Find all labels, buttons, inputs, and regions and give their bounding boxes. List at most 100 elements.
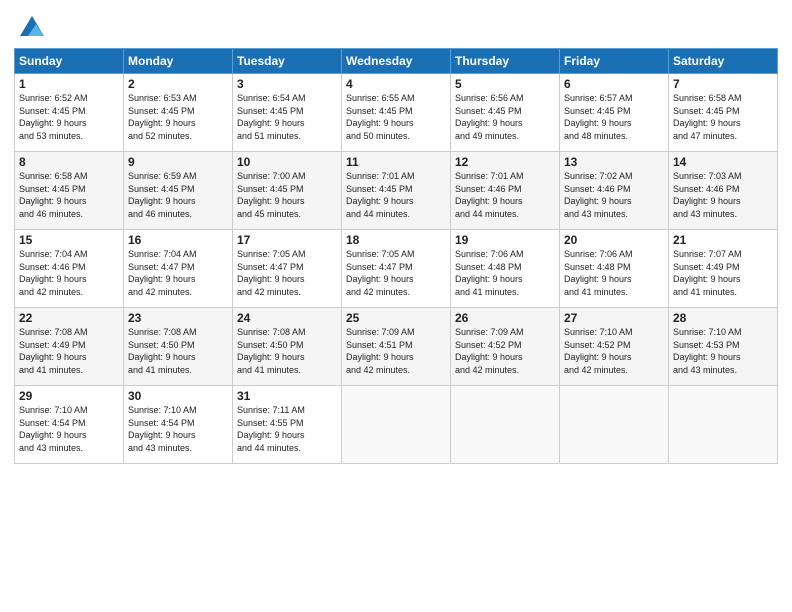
day-number: 27 [564,311,664,325]
day-number: 6 [564,77,664,91]
day-number: 10 [237,155,337,169]
calendar-cell: 24Sunrise: 7:08 AM Sunset: 4:50 PM Dayli… [233,308,342,386]
calendar-cell: 4Sunrise: 6:55 AM Sunset: 4:45 PM Daylig… [342,74,451,152]
day-info: Sunrise: 7:09 AM Sunset: 4:51 PM Dayligh… [346,326,446,376]
day-info: Sunrise: 6:56 AM Sunset: 4:45 PM Dayligh… [455,92,555,142]
day-number: 2 [128,77,228,91]
day-number: 11 [346,155,446,169]
weekday-header-monday: Monday [124,49,233,74]
calendar-cell: 15Sunrise: 7:04 AM Sunset: 4:46 PM Dayli… [15,230,124,308]
calendar-cell [342,386,451,464]
day-number: 12 [455,155,555,169]
day-number: 3 [237,77,337,91]
day-info: Sunrise: 7:01 AM Sunset: 4:46 PM Dayligh… [455,170,555,220]
day-info: Sunrise: 7:08 AM Sunset: 4:49 PM Dayligh… [19,326,119,376]
day-info: Sunrise: 6:55 AM Sunset: 4:45 PM Dayligh… [346,92,446,142]
calendar-cell: 26Sunrise: 7:09 AM Sunset: 4:52 PM Dayli… [451,308,560,386]
day-number: 4 [346,77,446,91]
calendar-cell: 21Sunrise: 7:07 AM Sunset: 4:49 PM Dayli… [669,230,778,308]
header [14,10,778,42]
calendar-cell: 2Sunrise: 6:53 AM Sunset: 4:45 PM Daylig… [124,74,233,152]
day-info: Sunrise: 7:10 AM Sunset: 4:54 PM Dayligh… [19,404,119,454]
weekday-header-thursday: Thursday [451,49,560,74]
calendar-cell: 14Sunrise: 7:03 AM Sunset: 4:46 PM Dayli… [669,152,778,230]
logo-icon [18,14,46,42]
weekday-header-friday: Friday [560,49,669,74]
day-number: 20 [564,233,664,247]
logo [14,14,46,42]
day-number: 9 [128,155,228,169]
calendar-cell: 28Sunrise: 7:10 AM Sunset: 4:53 PM Dayli… [669,308,778,386]
day-info: Sunrise: 7:06 AM Sunset: 4:48 PM Dayligh… [455,248,555,298]
calendar-cell: 19Sunrise: 7:06 AM Sunset: 4:48 PM Dayli… [451,230,560,308]
day-info: Sunrise: 7:11 AM Sunset: 4:55 PM Dayligh… [237,404,337,454]
day-info: Sunrise: 7:08 AM Sunset: 4:50 PM Dayligh… [128,326,228,376]
day-number: 31 [237,389,337,403]
day-info: Sunrise: 7:03 AM Sunset: 4:46 PM Dayligh… [673,170,773,220]
day-number: 8 [19,155,119,169]
calendar-cell: 3Sunrise: 6:54 AM Sunset: 4:45 PM Daylig… [233,74,342,152]
day-info: Sunrise: 6:54 AM Sunset: 4:45 PM Dayligh… [237,92,337,142]
calendar-cell: 11Sunrise: 7:01 AM Sunset: 4:45 PM Dayli… [342,152,451,230]
day-info: Sunrise: 6:57 AM Sunset: 4:45 PM Dayligh… [564,92,664,142]
calendar-cell: 23Sunrise: 7:08 AM Sunset: 4:50 PM Dayli… [124,308,233,386]
day-info: Sunrise: 7:10 AM Sunset: 4:54 PM Dayligh… [128,404,228,454]
calendar-table: SundayMondayTuesdayWednesdayThursdayFrid… [14,48,778,464]
day-info: Sunrise: 7:10 AM Sunset: 4:53 PM Dayligh… [673,326,773,376]
calendar-cell: 16Sunrise: 7:04 AM Sunset: 4:47 PM Dayli… [124,230,233,308]
day-info: Sunrise: 7:07 AM Sunset: 4:49 PM Dayligh… [673,248,773,298]
calendar-cell: 20Sunrise: 7:06 AM Sunset: 4:48 PM Dayli… [560,230,669,308]
calendar-cell: 30Sunrise: 7:10 AM Sunset: 4:54 PM Dayli… [124,386,233,464]
day-info: Sunrise: 7:09 AM Sunset: 4:52 PM Dayligh… [455,326,555,376]
day-info: Sunrise: 6:53 AM Sunset: 4:45 PM Dayligh… [128,92,228,142]
calendar-cell: 25Sunrise: 7:09 AM Sunset: 4:51 PM Dayli… [342,308,451,386]
day-info: Sunrise: 6:58 AM Sunset: 4:45 PM Dayligh… [19,170,119,220]
day-number: 23 [128,311,228,325]
day-info: Sunrise: 7:01 AM Sunset: 4:45 PM Dayligh… [346,170,446,220]
weekday-header-wednesday: Wednesday [342,49,451,74]
day-number: 7 [673,77,773,91]
day-number: 30 [128,389,228,403]
day-number: 25 [346,311,446,325]
weekday-header-tuesday: Tuesday [233,49,342,74]
calendar-cell: 12Sunrise: 7:01 AM Sunset: 4:46 PM Dayli… [451,152,560,230]
weekday-header-saturday: Saturday [669,49,778,74]
day-info: Sunrise: 7:04 AM Sunset: 4:47 PM Dayligh… [128,248,228,298]
day-info: Sunrise: 7:04 AM Sunset: 4:46 PM Dayligh… [19,248,119,298]
calendar-week-row: 8Sunrise: 6:58 AM Sunset: 4:45 PM Daylig… [15,152,778,230]
calendar-cell: 9Sunrise: 6:59 AM Sunset: 4:45 PM Daylig… [124,152,233,230]
day-number: 14 [673,155,773,169]
calendar-cell [669,386,778,464]
day-number: 13 [564,155,664,169]
day-number: 17 [237,233,337,247]
calendar-week-row: 22Sunrise: 7:08 AM Sunset: 4:49 PM Dayli… [15,308,778,386]
calendar-header-row: SundayMondayTuesdayWednesdayThursdayFrid… [15,49,778,74]
calendar-cell: 5Sunrise: 6:56 AM Sunset: 4:45 PM Daylig… [451,74,560,152]
day-number: 18 [346,233,446,247]
day-info: Sunrise: 7:10 AM Sunset: 4:52 PM Dayligh… [564,326,664,376]
calendar-cell: 17Sunrise: 7:05 AM Sunset: 4:47 PM Dayli… [233,230,342,308]
day-number: 24 [237,311,337,325]
calendar-cell: 22Sunrise: 7:08 AM Sunset: 4:49 PM Dayli… [15,308,124,386]
calendar-body: 1Sunrise: 6:52 AM Sunset: 4:45 PM Daylig… [15,74,778,464]
calendar-cell: 1Sunrise: 6:52 AM Sunset: 4:45 PM Daylig… [15,74,124,152]
calendar-week-row: 1Sunrise: 6:52 AM Sunset: 4:45 PM Daylig… [15,74,778,152]
day-number: 15 [19,233,119,247]
day-info: Sunrise: 6:52 AM Sunset: 4:45 PM Dayligh… [19,92,119,142]
day-number: 29 [19,389,119,403]
calendar-week-row: 15Sunrise: 7:04 AM Sunset: 4:46 PM Dayli… [15,230,778,308]
day-number: 26 [455,311,555,325]
day-number: 16 [128,233,228,247]
day-info: Sunrise: 6:59 AM Sunset: 4:45 PM Dayligh… [128,170,228,220]
calendar-week-row: 29Sunrise: 7:10 AM Sunset: 4:54 PM Dayli… [15,386,778,464]
calendar-cell: 27Sunrise: 7:10 AM Sunset: 4:52 PM Dayli… [560,308,669,386]
day-info: Sunrise: 7:08 AM Sunset: 4:50 PM Dayligh… [237,326,337,376]
calendar-cell [451,386,560,464]
page-container: SundayMondayTuesdayWednesdayThursdayFrid… [0,0,792,470]
day-info: Sunrise: 7:02 AM Sunset: 4:46 PM Dayligh… [564,170,664,220]
day-number: 5 [455,77,555,91]
calendar-cell: 7Sunrise: 6:58 AM Sunset: 4:45 PM Daylig… [669,74,778,152]
calendar-cell: 29Sunrise: 7:10 AM Sunset: 4:54 PM Dayli… [15,386,124,464]
calendar-cell: 6Sunrise: 6:57 AM Sunset: 4:45 PM Daylig… [560,74,669,152]
day-number: 22 [19,311,119,325]
